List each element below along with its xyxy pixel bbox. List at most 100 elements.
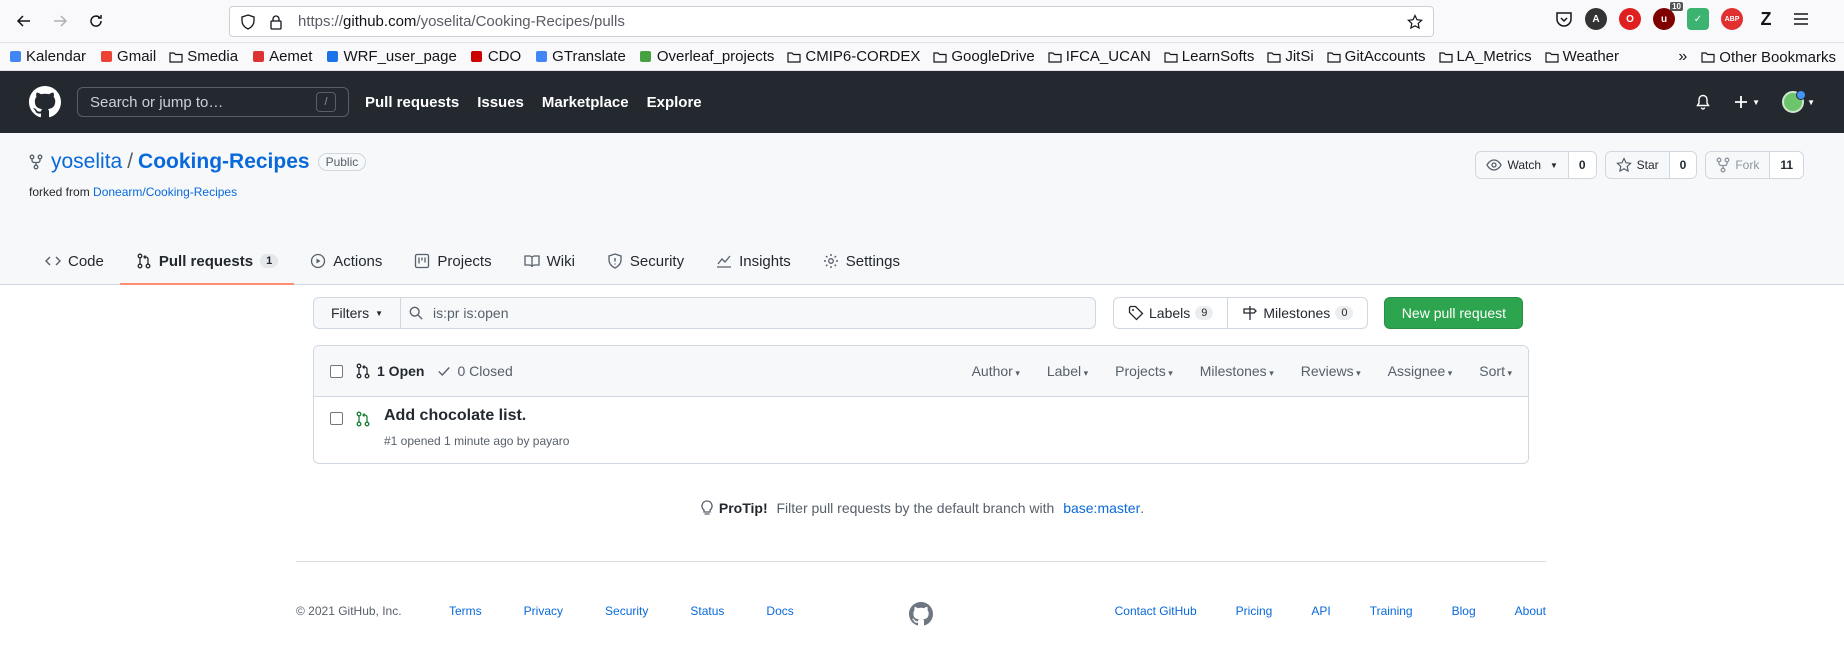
- labels-link[interactable]: Labels 9: [1114, 298, 1227, 328]
- arrow-left-icon: [16, 15, 30, 27]
- github-logo-icon[interactable]: [29, 86, 61, 118]
- filter-reviews[interactable]: Reviews: [1301, 363, 1361, 379]
- star-button[interactable]: Star: [1605, 152, 1669, 178]
- footer-pricing[interactable]: Pricing: [1236, 604, 1273, 618]
- footer-docs[interactable]: Docs: [766, 604, 793, 618]
- tab-projects[interactable]: Projects: [398, 238, 507, 284]
- bookmark-weather[interactable]: Weather: [1544, 48, 1619, 65]
- tab-actions[interactable]: Actions: [294, 238, 398, 284]
- bookmark-smedia[interactable]: Smedia: [169, 48, 238, 65]
- forked-from-link[interactable]: Donearm/Cooking-Recipes: [93, 185, 237, 199]
- star-count[interactable]: 0: [1668, 152, 1697, 178]
- bookmark-star-icon[interactable]: [1407, 13, 1423, 30]
- repo-name-link[interactable]: Cooking-Recipes: [138, 150, 310, 174]
- footer-blog[interactable]: Blog: [1452, 604, 1476, 618]
- footer-terms[interactable]: Terms: [449, 604, 482, 618]
- bookmark-la-metrics[interactable]: LA_Metrics: [1438, 48, 1532, 65]
- bookmark-gmail[interactable]: Gmail: [99, 48, 156, 65]
- zotero-icon[interactable]: Z: [1755, 8, 1777, 30]
- folder-icon: [1701, 51, 1715, 63]
- forward-button[interactable]: [44, 5, 76, 37]
- bookmark-learnsofts[interactable]: LearnSofts: [1164, 48, 1254, 65]
- bookmark-overleaf-projects[interactable]: Overleaf_projects: [639, 48, 774, 65]
- bookmark-cdo[interactable]: CDO: [470, 48, 521, 65]
- filter-projects[interactable]: Projects: [1115, 363, 1173, 379]
- search-shortcut-key: /: [316, 92, 336, 112]
- pr-checkbox[interactable]: [330, 412, 343, 425]
- adblock-plus-icon[interactable]: ABP: [1721, 8, 1743, 30]
- shield-check-icon[interactable]: ✓: [1687, 8, 1709, 30]
- footer-api[interactable]: API: [1311, 604, 1330, 618]
- footer-training[interactable]: Training: [1370, 604, 1413, 618]
- bookmark-wrf-user-page[interactable]: WRF_user_page: [325, 48, 457, 65]
- bookmark-aemet[interactable]: Aemet: [251, 48, 312, 65]
- repo-owner-link[interactable]: yoselita: [51, 150, 122, 174]
- watch-count[interactable]: 0: [1567, 152, 1596, 178]
- pr-title-link[interactable]: Add chocolate list.: [384, 407, 526, 425]
- calendar-icon: [8, 50, 22, 64]
- footer-about[interactable]: About: [1515, 604, 1546, 618]
- footer-contact[interactable]: Contact GitHub: [1115, 604, 1197, 618]
- user-menu-button[interactable]: ▼: [1782, 90, 1815, 113]
- search-input[interactable]: Search or jump to… /: [77, 87, 349, 117]
- bookmark-label: Smedia: [187, 48, 239, 65]
- filter-label[interactable]: Label: [1047, 363, 1088, 379]
- footer-privacy[interactable]: Privacy: [524, 604, 563, 618]
- tab-pull-requests[interactable]: Pull requests 1: [119, 238, 295, 285]
- protip: ProTip! Filter pull requests by the defa…: [0, 500, 1844, 516]
- bookmark-kalendar[interactable]: Kalendar: [8, 48, 86, 65]
- back-button[interactable]: [8, 5, 40, 37]
- bookmark-googledrive[interactable]: GoogleDrive: [933, 48, 1035, 65]
- shield-icon[interactable]: [240, 13, 256, 30]
- other-bookmarks[interactable]: » Other Bookmarks: [1678, 43, 1836, 71]
- watch-button[interactable]: Watch ▼: [1476, 152, 1568, 178]
- filter-sort[interactable]: Sort: [1479, 363, 1512, 379]
- ublock-icon[interactable]: u 10: [1653, 2, 1683, 30]
- address-bar[interactable]: https://github.com/yoselita/Cooking-Reci…: [229, 6, 1434, 37]
- filter-milestones[interactable]: Milestones: [1200, 363, 1274, 379]
- bookmark-label: IFCA_UCAN: [1065, 48, 1151, 65]
- nav-explore[interactable]: Explore: [647, 94, 702, 111]
- chevron-double-right-icon[interactable]: »: [1678, 48, 1687, 66]
- tab-wiki[interactable]: Wiki: [508, 238, 591, 284]
- open-filter[interactable]: 1 Open: [355, 363, 424, 379]
- bookmark-jitsi[interactable]: JitSi: [1267, 48, 1314, 65]
- pocket-icon[interactable]: [1555, 10, 1573, 28]
- create-new-button[interactable]: ▼: [1733, 94, 1760, 110]
- fork-button[interactable]: Fork: [1706, 152, 1770, 178]
- footer-security[interactable]: Security: [605, 604, 648, 618]
- tab-security[interactable]: Security: [591, 238, 700, 284]
- new-pull-request-button[interactable]: New pull request: [1384, 297, 1524, 329]
- account-icon[interactable]: A: [1585, 8, 1607, 30]
- nav-issues[interactable]: Issues: [477, 94, 524, 111]
- bookmark-cmip6-cordex[interactable]: CMIP6-CORDEX: [787, 48, 920, 65]
- nav-pull-requests[interactable]: Pull requests: [365, 94, 459, 111]
- filter-search-input[interactable]: is:pr is:open: [401, 297, 1096, 329]
- bookmark-ifca-ucan[interactable]: IFCA_UCAN: [1048, 48, 1151, 65]
- filters-button[interactable]: Filters ▼: [313, 297, 401, 329]
- bell-icon[interactable]: [1695, 94, 1711, 110]
- filter-author[interactable]: Author: [972, 363, 1020, 379]
- github-mark-icon[interactable]: [909, 602, 933, 626]
- pull-requests-list: 1 Open 0 Closed Author Label Projects Mi…: [313, 345, 1529, 464]
- bookmark-gtranslate[interactable]: GTranslate: [534, 48, 626, 65]
- opera-icon[interactable]: O: [1619, 8, 1641, 30]
- base-branch-link[interactable]: base:master: [1063, 500, 1140, 516]
- fork-count[interactable]: 11: [1769, 152, 1803, 178]
- menu-icon[interactable]: [1793, 12, 1809, 26]
- closed-filter[interactable]: 0 Closed: [437, 363, 513, 379]
- nav-marketplace[interactable]: Marketplace: [542, 94, 629, 111]
- tab-label: Pull requests: [158, 252, 254, 270]
- reload-button[interactable]: [80, 5, 112, 37]
- url-text[interactable]: https://github.com/yoselita/Cooking-Reci…: [298, 13, 625, 30]
- tab-settings[interactable]: Settings: [807, 238, 916, 284]
- select-all-checkbox[interactable]: [330, 364, 343, 378]
- tab-insights[interactable]: Insights: [700, 238, 807, 284]
- milestones-link[interactable]: Milestones 0: [1227, 298, 1367, 328]
- tab-code[interactable]: Code: [29, 238, 120, 284]
- footer-status[interactable]: Status: [690, 604, 724, 618]
- lock-icon[interactable]: [268, 14, 284, 30]
- bookmark-gitaccounts[interactable]: GitAccounts: [1327, 48, 1426, 65]
- filter-assignee[interactable]: Assignee: [1388, 363, 1453, 379]
- chevron-down-icon: ▼: [375, 308, 384, 318]
